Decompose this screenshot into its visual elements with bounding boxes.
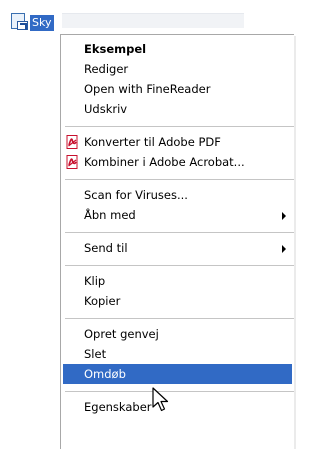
menu-item-label: Slet <box>84 347 107 361</box>
menu-item-label: Åbn med <box>84 208 136 222</box>
adobe-pdf-icon <box>66 135 78 149</box>
menu-item-label: Egenskaber <box>84 400 152 414</box>
context-menu: Eksempel Rediger Open with FineReader Ud… <box>60 34 294 449</box>
file-row-background <box>62 13 244 28</box>
menu-item-egenskaber[interactable]: Egenskaber <box>63 397 292 417</box>
menu-item-label: Open with FineReader <box>84 82 211 96</box>
menu-item-udskriv[interactable]: Udskriv <box>63 99 292 119</box>
menu-item-open-with-finereader[interactable]: Open with FineReader <box>63 79 292 99</box>
menu-item-opret-genvej[interactable]: Opret genvej <box>63 324 292 344</box>
menu-separator <box>65 391 294 392</box>
menu-item-label: Eksempel <box>84 42 147 56</box>
submenu-arrow-icon <box>282 212 286 220</box>
menu-item-klip[interactable]: Klip <box>63 271 292 291</box>
menu-item-label: Kopier <box>84 294 121 308</box>
menu-item-label: Omdøb <box>84 367 126 381</box>
menu-item-abn-med[interactable]: Åbn med <box>63 205 292 225</box>
menu-item-label: Klip <box>84 274 106 288</box>
menu-item-label: Kombiner i Adobe Acrobat... <box>84 155 245 169</box>
menu-item-label: Send til <box>84 241 128 255</box>
menu-separator <box>65 318 294 319</box>
menu-item-send-til[interactable]: Send til <box>63 238 292 258</box>
menu-separator <box>65 232 294 233</box>
menu-item-slet[interactable]: Slet <box>63 344 292 364</box>
menu-separator <box>65 179 294 180</box>
menu-item-kopier[interactable]: Kopier <box>63 291 292 311</box>
desktop: Sky Eksempel Rediger Open with FineReade… <box>0 0 294 449</box>
menu-item-eksempel[interactable]: Eksempel <box>63 39 292 59</box>
menu-item-konverter-til-adobe-pdf[interactable]: Konverter til Adobe PDF <box>63 132 292 152</box>
file-name[interactable]: Sky <box>30 14 55 31</box>
menu-item-omdob[interactable]: Omdøb <box>63 364 292 384</box>
menu-item-rediger[interactable]: Rediger <box>63 59 292 79</box>
adobe-pdf-icon <box>66 155 78 169</box>
menu-item-label: Opret genvej <box>84 327 159 341</box>
submenu-arrow-icon <box>282 245 286 253</box>
menu-item-kombiner-i-adobe-acrobat[interactable]: Kombiner i Adobe Acrobat... <box>63 152 292 172</box>
file-item-sky[interactable]: Sky <box>11 12 55 31</box>
menu-separator <box>65 126 294 127</box>
menu-item-scan-for-viruses[interactable]: Scan for Viruses... <box>63 185 292 205</box>
menu-item-label: Konverter til Adobe PDF <box>84 135 221 149</box>
menu-item-label: Rediger <box>84 62 129 76</box>
menu-item-label: Scan for Viruses... <box>84 188 188 202</box>
menu-separator <box>65 265 294 266</box>
shortcut-file-icon <box>11 12 29 31</box>
menu-item-label: Udskriv <box>84 102 128 116</box>
